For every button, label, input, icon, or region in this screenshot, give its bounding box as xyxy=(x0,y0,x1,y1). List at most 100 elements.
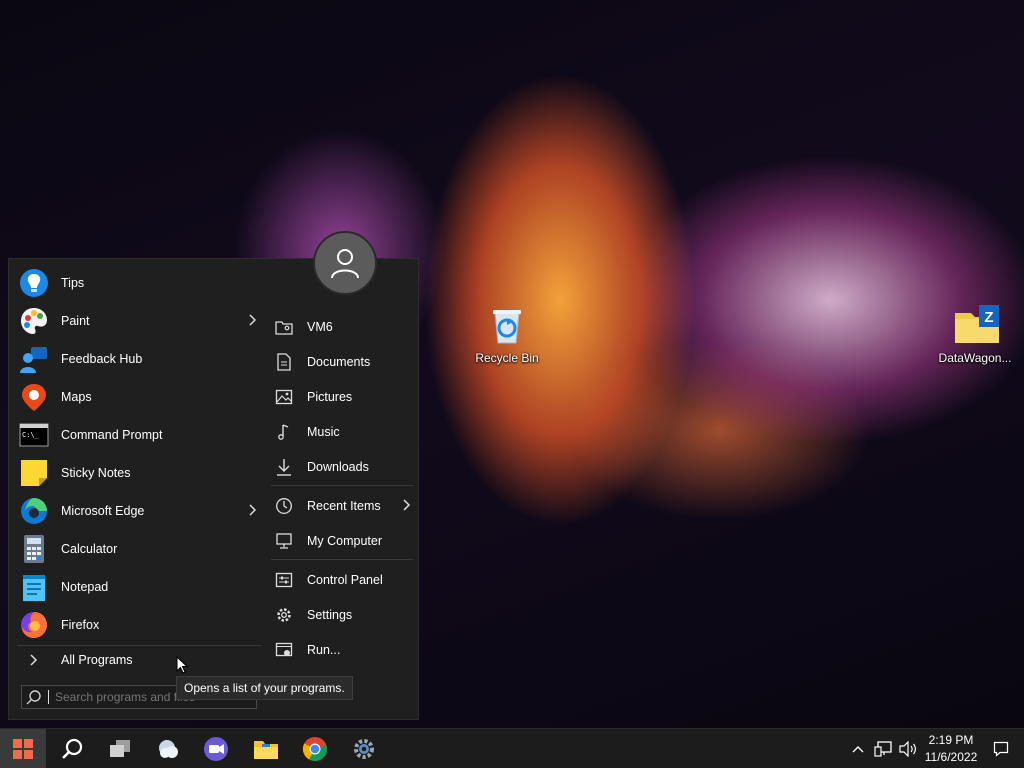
zip-folder-icon: Z xyxy=(953,303,999,347)
chat-button[interactable] xyxy=(193,729,239,768)
program-tips[interactable]: Tips xyxy=(15,264,259,302)
place-recent-items[interactable]: Recent Items xyxy=(271,488,413,523)
place-label: Documents xyxy=(307,354,371,369)
place-label: VM6 xyxy=(307,319,333,334)
program-firefox[interactable]: Firefox xyxy=(15,606,259,644)
user-icon xyxy=(331,249,359,279)
program-command-prompt[interactable]: C:\_ Command Prompt xyxy=(15,416,259,454)
program-label: Microsoft Edge xyxy=(61,504,145,518)
all-programs-button[interactable]: All Programs xyxy=(15,649,133,671)
svg-text:C:\_: C:\_ xyxy=(22,431,40,439)
program-label: Tips xyxy=(61,276,85,290)
place-label: Settings xyxy=(307,607,353,622)
place-downloads[interactable]: Downloads xyxy=(271,449,413,484)
program-label: Firefox xyxy=(61,618,100,632)
show-hidden-icons-button[interactable] xyxy=(848,729,868,768)
user-folder-icon xyxy=(275,318,293,336)
chrome-icon xyxy=(302,737,327,761)
notification-icon xyxy=(993,741,1009,757)
chevron-right-icon xyxy=(30,654,38,666)
user-avatar[interactable] xyxy=(313,231,377,295)
place-vm6[interactable]: VM6 xyxy=(271,309,413,344)
place-label: Pictures xyxy=(307,389,353,404)
run-icon xyxy=(275,641,293,659)
search-icon xyxy=(62,738,83,759)
notepad-icon xyxy=(19,572,49,602)
calculator-icon xyxy=(19,534,49,564)
chevron-right-icon[interactable] xyxy=(245,503,259,517)
network-icon xyxy=(874,741,892,757)
task-view-icon xyxy=(110,740,130,757)
program-label: Sticky Notes xyxy=(61,466,131,480)
program-label: Maps xyxy=(61,390,92,404)
start-menu: Tips Paint Feedback Hub Maps C:\_ Comman… xyxy=(8,231,419,720)
gear-icon xyxy=(275,606,293,624)
recycle-bin-icon xyxy=(485,303,529,347)
start-button[interactable] xyxy=(0,729,46,768)
desktop-icon-datawagon[interactable]: Z DataWagon... xyxy=(935,303,1015,365)
chevron-up-icon xyxy=(852,746,864,753)
desktop-icon-label: Recycle Bin xyxy=(475,351,539,365)
chevron-right-icon[interactable] xyxy=(399,498,413,512)
place-control-panel[interactable]: Control Panel xyxy=(271,562,413,597)
volume-button[interactable] xyxy=(897,729,919,768)
edge-icon xyxy=(19,496,49,526)
clock-icon xyxy=(275,497,293,515)
place-label: Recent Items xyxy=(307,498,381,513)
program-calculator[interactable]: Calculator xyxy=(15,530,259,568)
divider xyxy=(271,559,413,560)
place-pictures[interactable]: Pictures xyxy=(271,379,413,414)
weather-button[interactable] xyxy=(145,729,191,768)
file-explorer-icon xyxy=(254,741,278,759)
mouse-cursor-icon xyxy=(176,656,188,674)
chevron-right-icon[interactable] xyxy=(245,313,259,327)
file-explorer-button[interactable] xyxy=(243,729,289,768)
place-my-computer[interactable]: My Computer xyxy=(271,523,413,558)
svg-text:Z: Z xyxy=(984,309,993,326)
place-label: Run... xyxy=(307,642,341,657)
place-label: Control Panel xyxy=(307,572,383,587)
settings-button[interactable] xyxy=(341,729,387,768)
notifications-button[interactable] xyxy=(990,729,1012,768)
program-notepad[interactable]: Notepad xyxy=(15,568,259,606)
place-documents[interactable]: Documents xyxy=(271,344,413,379)
clock[interactable]: 2:19 PM 11/6/2022 xyxy=(920,732,982,766)
program-label: Feedback Hub xyxy=(61,352,143,366)
place-settings[interactable]: Settings xyxy=(271,597,413,632)
feedback-icon xyxy=(19,344,49,374)
picture-icon xyxy=(275,388,293,406)
task-view-button[interactable] xyxy=(97,729,143,768)
all-programs-label: All Programs xyxy=(61,653,133,667)
chrome-button[interactable] xyxy=(292,729,338,768)
lightbulb-icon xyxy=(19,268,49,298)
clock-date: 11/6/2022 xyxy=(924,750,978,764)
desktop-icon-recycle-bin[interactable]: Recycle Bin xyxy=(467,303,547,365)
sticky-note-icon xyxy=(19,458,49,488)
text-caret xyxy=(48,690,49,704)
start-icon xyxy=(13,739,33,759)
control-panel-icon xyxy=(275,571,293,589)
map-pin-icon xyxy=(19,382,49,412)
clock-time: 2:19 PM xyxy=(928,733,974,747)
program-label: Notepad xyxy=(61,580,109,594)
program-label: Command Prompt xyxy=(61,428,163,442)
program-microsoft-edge[interactable]: Microsoft Edge xyxy=(15,492,259,530)
program-feedback-hub[interactable]: Feedback Hub xyxy=(15,340,259,378)
chat-icon xyxy=(204,737,228,761)
place-music[interactable]: Music xyxy=(271,414,413,449)
program-sticky-notes[interactable]: Sticky Notes xyxy=(15,454,259,492)
terminal-icon: C:\_ xyxy=(19,420,49,450)
program-paint[interactable]: Paint xyxy=(15,302,259,340)
place-label: My Computer xyxy=(307,533,383,548)
program-maps[interactable]: Maps xyxy=(15,378,259,416)
firefox-icon xyxy=(19,610,49,640)
places-list: VM6 Documents Pictures Music Downloads R… xyxy=(271,309,413,667)
computer-icon xyxy=(275,532,293,550)
network-button[interactable] xyxy=(872,729,894,768)
divider xyxy=(17,645,261,646)
music-note-icon xyxy=(275,423,293,441)
palette-icon xyxy=(19,306,49,336)
taskbar-search-button[interactable] xyxy=(49,729,95,768)
place-run[interactable]: Run... xyxy=(271,632,413,667)
program-label: Paint xyxy=(61,314,90,328)
